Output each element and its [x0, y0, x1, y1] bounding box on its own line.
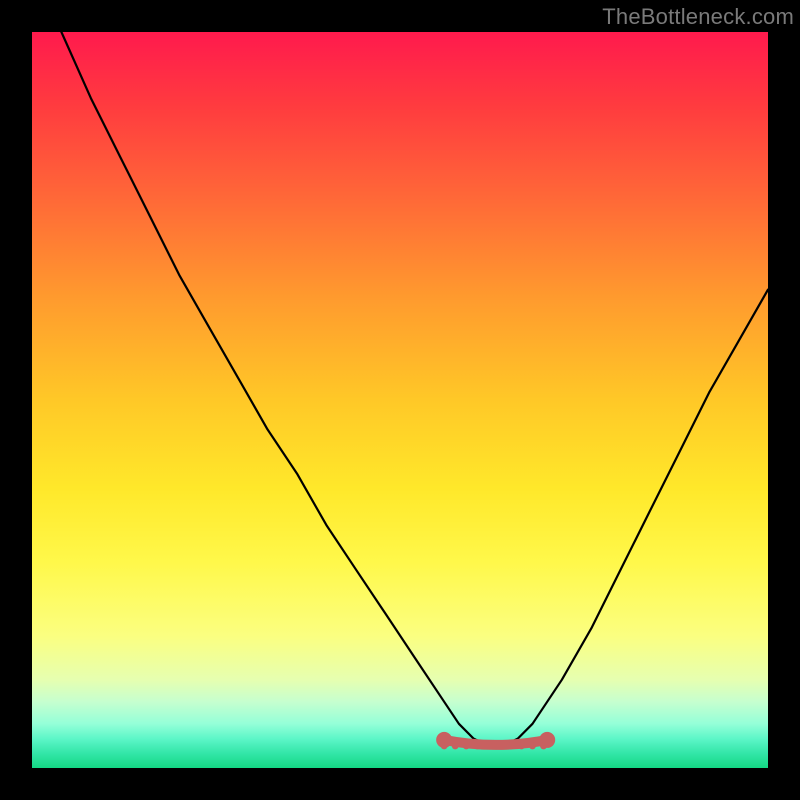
- plot-area: [32, 32, 768, 768]
- chart-frame: TheBottleneck.com: [0, 0, 800, 800]
- watermark-text: TheBottleneck.com: [602, 4, 794, 30]
- gradient-background: [32, 32, 768, 768]
